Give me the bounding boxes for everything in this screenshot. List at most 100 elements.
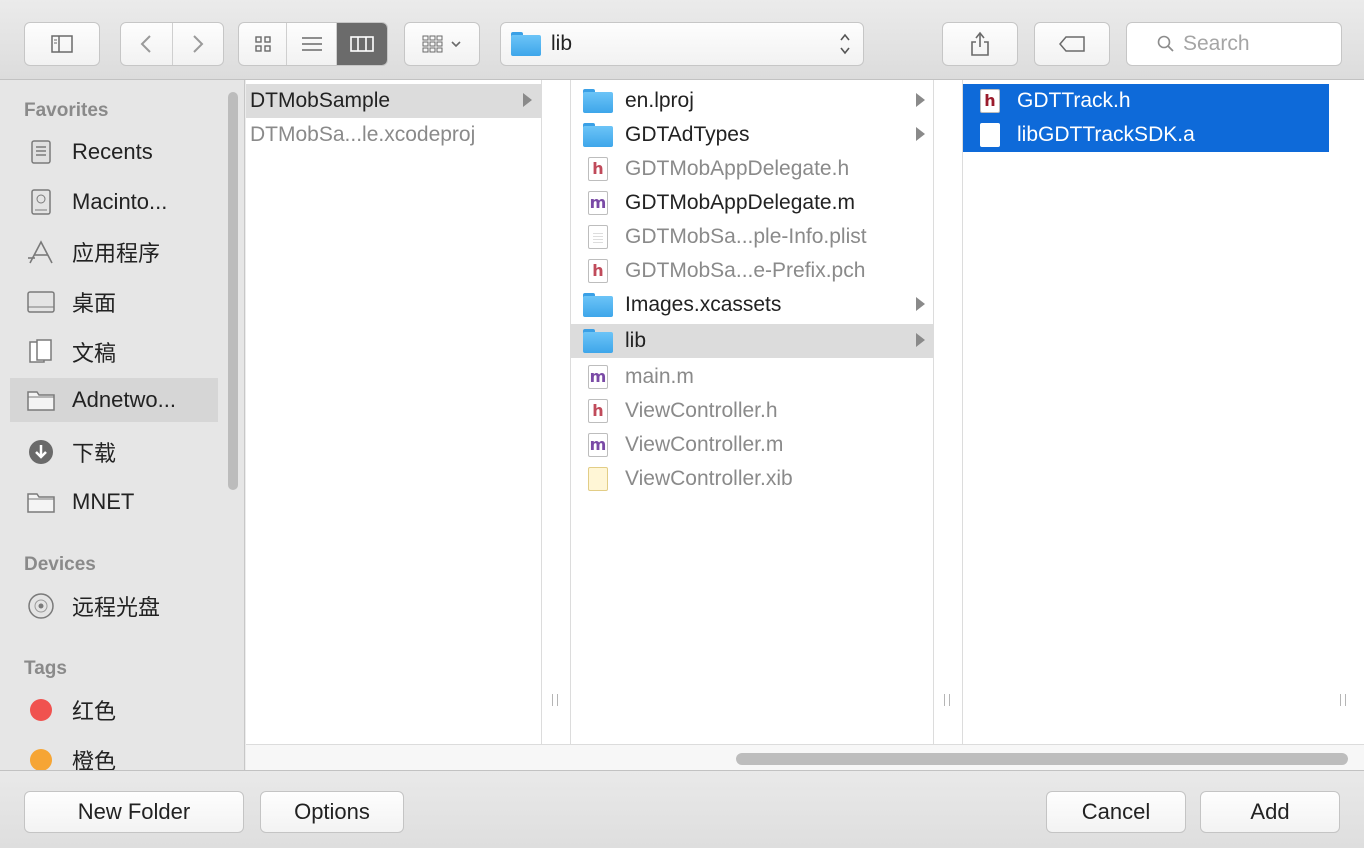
column-resize-handle[interactable] <box>944 694 950 706</box>
disclosure-arrow-icon <box>916 127 925 141</box>
tags-button[interactable] <box>1034 22 1110 66</box>
browser-column-2: en.lproj GDTAdTypes h GDTMobAppDelegate.… <box>570 80 934 744</box>
sidebar-icon <box>51 35 73 53</box>
sidebar-toggle-button[interactable] <box>24 22 100 66</box>
icon-view-button[interactable] <box>239 23 286 65</box>
back-forward-control <box>120 22 224 66</box>
file-name: en.lproj <box>625 89 694 112</box>
list-view-button[interactable] <box>286 23 335 65</box>
sidebar-scrollbar[interactable] <box>228 92 238 490</box>
file-name: DTMobSample <box>250 89 391 112</box>
list-item[interactable]: DTMobSample <box>246 84 541 118</box>
browser-column-3: h GDTTrack.h libGDTTrackSDK.a <box>962 80 1330 744</box>
file-name: GDTTrack.h <box>1017 89 1131 112</box>
list-item[interactable]: GDTMobSa...ple-Info.plist <box>571 220 933 254</box>
downloads-icon <box>24 437 58 467</box>
source-file-icon: m <box>583 364 613 390</box>
column-gap <box>1330 80 1364 744</box>
arrange-button[interactable] <box>404 22 480 66</box>
arrange-grid-icon <box>422 35 443 53</box>
header-file-icon: h <box>583 398 613 424</box>
sidebar-item-adnetwork[interactable]: Adnetwo... <box>10 378 218 422</box>
header-file-icon: h <box>583 258 613 284</box>
applications-icon <box>24 237 58 267</box>
list-item[interactable]: h GDTMobAppDelegate.h <box>571 152 933 186</box>
toolbar: lib <box>0 0 1364 80</box>
column-resize-handle[interactable] <box>1340 694 1346 706</box>
sidebar-item-label: 桌面 <box>72 291 117 316</box>
search-field[interactable] <box>1126 22 1342 66</box>
icon-grid-icon <box>254 36 271 52</box>
chevron-right-icon <box>193 35 204 53</box>
sidebar-item-macintosh[interactable]: Macinto... <box>10 180 204 224</box>
sidebar-item-label: 红色 <box>72 699 117 724</box>
updown-arrows-icon <box>839 31 851 58</box>
file-name: ViewController.xib <box>625 467 793 490</box>
path-popup[interactable]: lib <box>500 22 864 66</box>
devices-header: Devices <box>24 554 96 575</box>
list-item[interactable]: h ViewController.h <box>571 394 933 428</box>
column-gap <box>934 80 962 744</box>
sidebar-item-recents[interactable]: Recents <box>10 130 204 174</box>
sidebar-item-label: 下载 <box>72 441 117 466</box>
file-name: DTMobSa...le.xcodeproj <box>250 123 476 146</box>
list-item[interactable]: en.lproj <box>571 84 933 118</box>
sidebar-item-label: Adnetwo... <box>72 387 176 412</box>
sidebar-item-applications[interactable]: 应用程序 <box>10 230 204 274</box>
file-name: main.m <box>625 365 694 388</box>
document-icon <box>975 122 1005 148</box>
source-file-icon: m <box>583 432 613 458</box>
list-item[interactable]: m main.m <box>571 360 933 394</box>
column-view-button[interactable] <box>335 23 387 65</box>
chevron-left-icon <box>141 35 152 53</box>
forward-button[interactable] <box>171 23 223 65</box>
cancel-button[interactable]: Cancel <box>1046 791 1186 833</box>
list-item[interactable]: m GDTMobAppDelegate.m <box>571 186 933 220</box>
list-item[interactable]: m ViewController.m <box>571 428 933 462</box>
file-name: libGDTTrackSDK.a <box>1017 123 1195 146</box>
sidebar-tag-orange[interactable]: 橙色 <box>10 738 204 770</box>
search-input[interactable] <box>1183 32 1323 56</box>
list-item[interactable]: Images.xcassets <box>571 288 933 322</box>
sidebar-item-label: 应用程序 <box>72 241 161 266</box>
hard-drive-icon <box>24 187 58 217</box>
sidebar-item-label: MNET <box>72 489 135 514</box>
sidebar-item-label: 文稿 <box>72 341 117 366</box>
list-item[interactable]: DTMobSa...le.xcodeproj <box>246 118 541 152</box>
file-name: Images.xcassets <box>625 293 782 316</box>
list-item[interactable]: h GDTMobSa...e-Prefix.pch <box>571 254 933 288</box>
columns-icon <box>350 36 374 52</box>
file-name: ViewController.h <box>625 399 778 422</box>
folder-icon <box>583 88 613 114</box>
list-item[interactable]: libGDTTrackSDK.a <box>963 118 1329 152</box>
sidebar-item-label: Macinto... <box>72 189 168 214</box>
add-button[interactable]: Add <box>1200 791 1340 833</box>
header-file-icon: h <box>975 88 1005 114</box>
folder-icon <box>583 328 613 354</box>
sidebar-item-documents[interactable]: 文稿 <box>10 330 204 374</box>
options-button[interactable]: Options <box>260 791 404 833</box>
list-icon <box>301 37 322 51</box>
sidebar-item-remote-disc[interactable]: 远程光盘 <box>10 584 204 628</box>
sidebar-tag-red[interactable]: 红色 <box>10 688 204 732</box>
sidebar-item-mnet[interactable]: MNET <box>10 480 204 524</box>
list-item[interactable]: h GDTTrack.h <box>963 84 1329 118</box>
column-resize-handle[interactable] <box>552 694 558 706</box>
path-popup-label: lib <box>551 32 573 55</box>
list-item[interactable]: GDTAdTypes <box>571 118 933 152</box>
xib-file-icon <box>583 466 613 492</box>
chevron-down-icon <box>451 41 461 48</box>
horizontal-scroll-thumb[interactable] <box>736 753 1348 765</box>
list-item[interactable]: ViewController.xib <box>571 462 933 496</box>
folder-icon <box>583 122 613 148</box>
folder-icon <box>511 32 541 56</box>
back-button[interactable] <box>121 23 172 65</box>
file-name: GDTMobAppDelegate.m <box>625 191 855 214</box>
sidebar-item-downloads[interactable]: 下载 <box>10 430 204 474</box>
red-tag-dot-icon <box>24 695 58 725</box>
source-file-icon: m <box>583 190 613 216</box>
list-item[interactable]: lib <box>571 324 933 358</box>
sidebar-item-desktop[interactable]: 桌面 <box>10 280 204 324</box>
share-button[interactable] <box>942 22 1018 66</box>
new-folder-button[interactable]: New Folder <box>24 791 244 833</box>
